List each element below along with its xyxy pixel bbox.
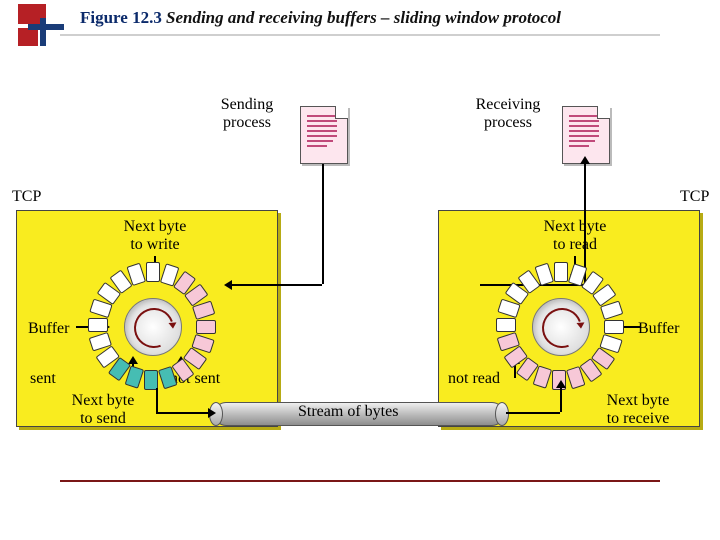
arrow-pipe-to-recv-h xyxy=(506,412,560,414)
figure-number: Figure 12.3 xyxy=(80,8,162,28)
next-byte-send-label: Next byteto send xyxy=(58,392,148,429)
receiving-process-label: Receivingprocess xyxy=(458,96,558,133)
arrow-send-to-pipe-v xyxy=(156,388,158,412)
divider-bottom xyxy=(60,480,660,482)
sending-buffer-label: Buffer xyxy=(28,320,69,338)
divider-top xyxy=(60,34,660,36)
slide-logo xyxy=(18,4,64,46)
not-read-label: not read xyxy=(448,370,500,388)
figure-title: Sending and receiving buffers – sliding … xyxy=(166,8,561,28)
next-byte-read-label: Next byteto read xyxy=(530,218,620,255)
stream-label: Stream of bytes xyxy=(298,403,398,421)
sending-ring-buffer xyxy=(92,266,212,386)
receiving-buffer-label: Buffer xyxy=(638,320,679,338)
tcp-label-left: TCP xyxy=(12,188,41,206)
arrow-sending-down xyxy=(322,164,324,284)
sending-process-icon xyxy=(300,106,348,164)
next-byte-receive-label: Next byteto receive xyxy=(588,392,688,429)
arrow-sending-elbow xyxy=(232,284,322,286)
sending-process-label: Sendingprocess xyxy=(202,96,292,133)
sent-label: sent xyxy=(30,370,56,388)
tcp-label-right: TCP xyxy=(680,188,709,206)
next-byte-write-label: Next byteto write xyxy=(110,218,200,255)
arrow-pipe-to-recv-v xyxy=(560,388,562,412)
arrow-send-to-pipe-h xyxy=(156,412,208,414)
receiving-ring-buffer xyxy=(500,266,620,386)
